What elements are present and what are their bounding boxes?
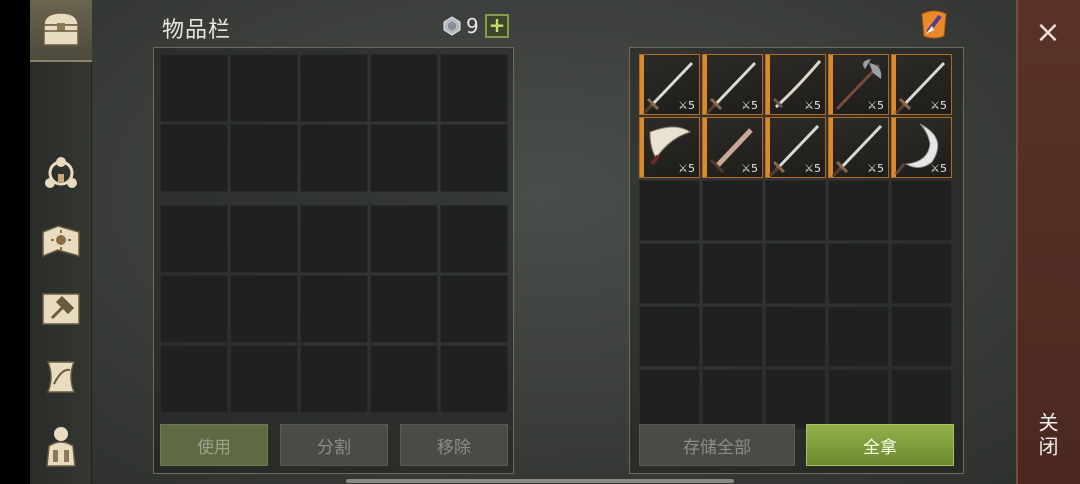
loot-slot[interactable]: ⚔5 (828, 54, 889, 115)
tab-recipes[interactable] (30, 210, 92, 272)
loot-slot[interactable]: ⚔5 (765, 54, 826, 115)
inventory-slot[interactable] (300, 124, 368, 192)
loot-slot-empty[interactable] (891, 243, 952, 304)
durability-count: ⚔5 (804, 162, 821, 175)
sort-brush-icon[interactable] (916, 6, 952, 42)
loot-slot[interactable]: ⚔5 (702, 54, 763, 115)
inventory-slot[interactable] (300, 345, 368, 413)
inventory-slot[interactable] (230, 275, 298, 343)
inventory-slot[interactable] (230, 124, 298, 192)
inventory-slot[interactable] (160, 205, 228, 273)
tab-character[interactable] (30, 414, 92, 476)
inventory-slot[interactable] (440, 205, 508, 273)
inventory-slot[interactable] (370, 205, 438, 273)
loot-slot[interactable]: ⚔5 (891, 54, 952, 115)
character-icon (46, 427, 76, 467)
loot-slot-empty[interactable] (828, 180, 889, 241)
inventory-slot[interactable] (300, 205, 368, 273)
gem-count: 9 (466, 14, 479, 38)
tab-quests[interactable] (30, 346, 92, 408)
sidebar (30, 0, 92, 484)
loot-slot-empty[interactable] (828, 369, 889, 430)
loot-slot[interactable]: ⚔5 (765, 117, 826, 178)
inventory-slot[interactable] (440, 54, 508, 122)
inventory-grid-top (160, 54, 508, 192)
inventory-slot[interactable] (370, 345, 438, 413)
loot-slot-empty[interactable] (828, 243, 889, 304)
inventory-grid-bottom (160, 205, 508, 413)
loot-slot-empty[interactable] (891, 306, 952, 367)
loot-slot[interactable]: ⚔5 (891, 117, 952, 178)
loot-slot-empty[interactable] (765, 306, 826, 367)
loot-slot[interactable]: ⚔5 (639, 54, 700, 115)
inventory-slot[interactable] (160, 345, 228, 413)
inventory-slot[interactable] (370, 124, 438, 192)
inventory-slot[interactable] (160, 275, 228, 343)
inventory-slot[interactable] (300, 54, 368, 122)
loot-slot-empty[interactable] (639, 369, 700, 430)
home-indicator (346, 479, 734, 483)
loot-slot-empty[interactable] (828, 306, 889, 367)
inventory-slot[interactable] (300, 275, 368, 343)
close-label[interactable]: 关闭 (1032, 412, 1062, 460)
gem-icon (443, 16, 461, 36)
screen-edge (0, 0, 30, 484)
loot-slot-empty[interactable] (765, 369, 826, 430)
chest-icon (43, 12, 79, 46)
recipe-book-icon (42, 225, 80, 258)
loot-slot-empty[interactable] (702, 369, 763, 430)
loot-slot[interactable]: ⚔5 (828, 117, 889, 178)
loot-grid: ⚔5 ⚔5 ⚔5 ⚔5 ⚔5 ⚔5 ⚔5 ⚔5 ⚔5 ⚔5 (639, 54, 952, 430)
loot-slot-empty[interactable] (891, 369, 952, 430)
inventory-slot[interactable] (370, 54, 438, 122)
loot-slot[interactable]: ⚔5 (702, 117, 763, 178)
inventory-slot[interactable] (230, 205, 298, 273)
loot-slot-empty[interactable] (702, 243, 763, 304)
durability-count: ⚔5 (741, 162, 758, 175)
durability-count: ⚔5 (678, 162, 695, 175)
loot-slot-empty[interactable] (639, 180, 700, 241)
loot-slot-empty[interactable] (639, 243, 700, 304)
inventory-slot[interactable] (230, 54, 298, 122)
take-all-button[interactable]: 全拿 (806, 424, 954, 466)
inventory-slot[interactable] (440, 345, 508, 413)
durability-count: ⚔5 (930, 162, 947, 175)
close-icon[interactable]: × (1030, 18, 1066, 48)
durability-count: ⚔5 (678, 99, 695, 112)
tab-skills[interactable] (30, 142, 92, 204)
loot-slot-empty[interactable] (639, 306, 700, 367)
loot-slot[interactable]: ⚔5 (639, 117, 700, 178)
loot-slot-empty[interactable] (891, 180, 952, 241)
add-gems-button[interactable]: + (485, 14, 509, 38)
loot-slot-empty[interactable] (765, 180, 826, 241)
inventory-slot[interactable] (440, 275, 508, 343)
tab-inventory[interactable] (30, 0, 92, 62)
store-all-button[interactable]: 存储全部 (639, 424, 795, 466)
skills-icon (45, 157, 77, 188)
tab-crafting[interactable] (30, 278, 92, 340)
use-button[interactable]: 使用 (160, 424, 268, 466)
page-title: 物品栏 (162, 18, 232, 43)
inventory-slot[interactable] (230, 345, 298, 413)
durability-count: ⚔5 (867, 99, 884, 112)
durability-count: ⚔5 (930, 99, 947, 112)
inventory-slot[interactable] (160, 124, 228, 192)
split-button[interactable]: 分割 (280, 424, 388, 466)
inventory-slot[interactable] (440, 124, 508, 192)
durability-count: ⚔5 (804, 99, 821, 112)
loot-slot-empty[interactable] (702, 306, 763, 367)
quests-icon (46, 361, 76, 393)
remove-button[interactable]: 移除 (400, 424, 508, 466)
loot-slot-empty[interactable] (702, 180, 763, 241)
inventory-slot[interactable] (160, 54, 228, 122)
loot-slot-empty[interactable] (765, 243, 826, 304)
crafting-icon (42, 293, 80, 325)
inventory-slot[interactable] (370, 275, 438, 343)
durability-count: ⚔5 (867, 162, 884, 175)
durability-count: ⚔5 (741, 99, 758, 112)
